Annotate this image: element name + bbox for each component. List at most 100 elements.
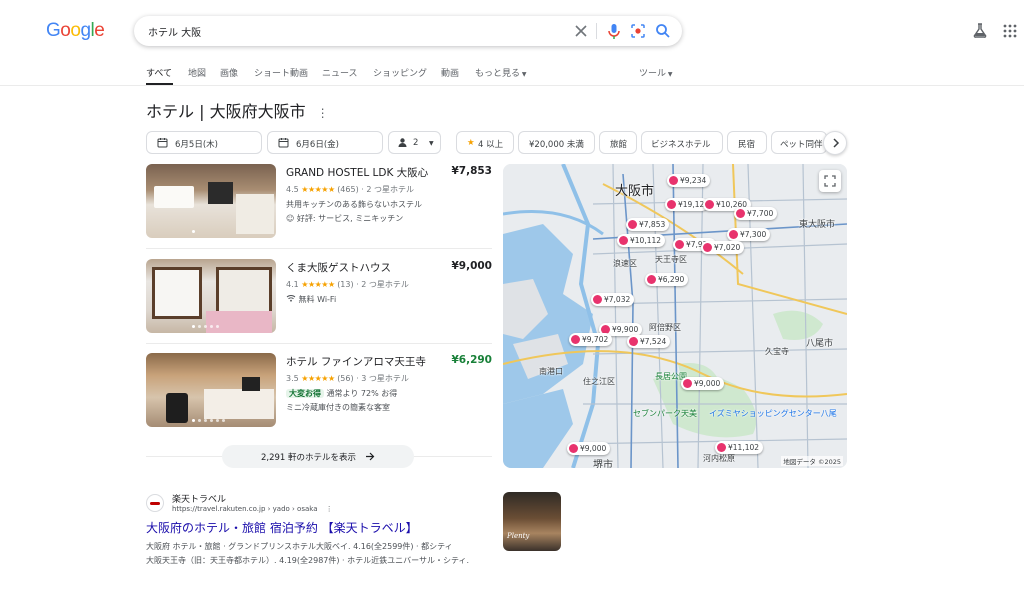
- hotel-photo[interactable]: [146, 164, 276, 238]
- filter-chip-rating[interactable]: ★ 4 以上: [456, 131, 514, 154]
- chips-next-button[interactable]: [823, 131, 847, 155]
- hotel-rating-row: 4.5 ★★★★★ (465) · 2 つ星ホテル: [286, 184, 414, 195]
- tab-all[interactable]: すべて: [146, 66, 172, 79]
- thumbnail-text: Plenty: [507, 532, 530, 540]
- map-attribution: 地図データ ©2025: [781, 456, 843, 466]
- view-all-hotels-label: 2,291 軒のホテルを表示: [261, 453, 357, 463]
- map-price-pin[interactable]: ¥9,000: [681, 377, 725, 390]
- search-input[interactable]: ホテル 大阪: [148, 24, 201, 39]
- hotel-description: 共用キッチンのある飾らないホステル: [286, 200, 422, 209]
- lens-icon[interactable]: [628, 21, 648, 41]
- apps-grid-icon[interactable]: [1003, 24, 1017, 38]
- view-all-hotels-button[interactable]: 2,291 軒のホテルを表示: [222, 445, 414, 468]
- labs-flask-icon[interactable]: [972, 22, 988, 38]
- deal-text: 通常より 72% お得: [326, 389, 398, 398]
- map-label: 久宝寺: [765, 347, 789, 356]
- tools-button[interactable]: ツール ▼: [639, 66, 673, 79]
- filter-chip-business-hotel[interactable]: ビジネスホテル: [641, 131, 723, 154]
- tab-short-videos[interactable]: ショート動画: [254, 66, 308, 79]
- hotels-title: ホテル | 大阪府大阪市 ⋮: [146, 98, 329, 122]
- map-price-pin[interactable]: ¥9,702: [569, 333, 613, 346]
- checkin-date: 6月5日(木): [175, 140, 218, 150]
- arrow-right-icon: [366, 452, 375, 461]
- hotel-card[interactable]: ホテル ファインアロマ天王寺 ¥6,290 3.5 ★★★★★ (56) · 3…: [146, 353, 492, 428]
- more-options-icon[interactable]: ⋮: [317, 106, 329, 120]
- chevron-down-icon: ▼: [666, 71, 673, 78]
- filter-chip-pets[interactable]: ペット同伴: [771, 131, 827, 154]
- hotel-photo[interactable]: [146, 353, 276, 427]
- tab-images[interactable]: 画像: [220, 66, 238, 79]
- map-price-pin[interactable]: ¥7,032: [591, 293, 635, 306]
- fullscreen-button[interactable]: [819, 170, 841, 192]
- checkout-date: 6月6日(金): [296, 140, 339, 150]
- map-price-pin[interactable]: ¥7,300: [727, 228, 771, 241]
- map-label: セブンパーク天美: [633, 409, 697, 418]
- deal-badge: 大変お得: [286, 389, 324, 398]
- hotel-photo[interactable]: [146, 259, 276, 333]
- star-rating-icon: ★★★★★: [301, 280, 335, 289]
- tab-news[interactable]: ニュース: [322, 66, 358, 79]
- search-icon[interactable]: [653, 21, 673, 41]
- map-label: 南港口: [539, 367, 563, 376]
- map-price-pin[interactable]: ¥7,524: [627, 335, 671, 348]
- logo-letter: G: [46, 20, 61, 41]
- hotel-name: ホテル ファインアロマ天王寺: [286, 356, 426, 368]
- more-options-icon[interactable]: ⋮: [326, 505, 333, 513]
- tab-shopping[interactable]: ショッピング: [373, 66, 427, 79]
- rating-value: 4.5: [286, 185, 299, 194]
- tab-more[interactable]: もっと見る ▼: [475, 66, 527, 79]
- map-price-pin[interactable]: ¥19,12: [665, 198, 709, 211]
- star-icon: ★: [467, 138, 475, 148]
- map-price-pin[interactable]: ¥9,000: [567, 442, 611, 455]
- google-logo[interactable]: Google: [46, 20, 105, 42]
- map-price-pin[interactable]: ¥9,234: [667, 174, 711, 187]
- result-thumbnail[interactable]: Plenty: [503, 492, 561, 551]
- filter-chip-label: 旅館: [610, 140, 628, 150]
- rating-details: (13) · 2 つ星ホテル: [337, 280, 409, 289]
- filter-chip-label: 4 以上: [478, 140, 504, 150]
- map-price-pin[interactable]: ¥10,112: [617, 234, 666, 247]
- map-price-pin[interactable]: ¥6,290: [645, 273, 689, 286]
- map-label: 河内松原: [703, 454, 735, 463]
- hotel-amenity: 無料 Wi-Fi: [286, 294, 336, 305]
- map-price-pin[interactable]: ¥7,020: [701, 241, 745, 254]
- result-snippet: 大阪天王寺（旧：天王寺都ホテル）. 4.19(全2987件) · ホテル近鉄ユニ…: [146, 556, 470, 565]
- clear-icon[interactable]: [571, 21, 591, 41]
- hotel-price: ¥7,853: [451, 165, 492, 177]
- map-label: イズミヤショッピングセンター八尾: [709, 409, 837, 418]
- site-name: 楽天トラベル: [172, 495, 227, 505]
- hotel-description: ミニ冷蔵庫付きの簡素な客室: [286, 403, 390, 412]
- map-label: 大阪市: [615, 184, 655, 199]
- site-url-text: https://travel.rakuten.co.jp › yado › os…: [172, 505, 318, 513]
- hotel-rating-row: 4.1 ★★★★★ (13) · 2 つ星ホテル: [286, 279, 409, 290]
- microphone-icon[interactable]: [604, 21, 624, 41]
- hotel-deal: 大変お得 通常より 72% お得: [286, 388, 397, 399]
- photo-carousel-dots: [192, 230, 195, 233]
- calendar-icon: [157, 138, 168, 148]
- hotel-price: ¥9,000: [451, 260, 492, 272]
- rating-details: (465) · 2 つ星ホテル: [337, 185, 414, 194]
- map-price-pin[interactable]: ¥7,853: [626, 218, 670, 231]
- map-price-pin[interactable]: ¥7,700: [734, 207, 778, 220]
- filter-chip-label: ¥20,000 未満: [529, 140, 584, 150]
- checkout-date-picker[interactable]: 6月6日(金): [267, 131, 383, 154]
- wifi-icon: [286, 295, 296, 302]
- map-price-pin[interactable]: ¥11,102: [715, 441, 764, 454]
- filter-chip-price[interactable]: ¥20,000 未満: [518, 131, 595, 154]
- filter-chip-ryokan[interactable]: 旅館: [599, 131, 637, 154]
- hotel-card[interactable]: くま大阪ゲストハウス ¥9,000 4.1 ★★★★★ (13) · 2 つ星ホ…: [146, 259, 492, 334]
- search-box[interactable]: ホテル 大阪: [134, 16, 682, 46]
- chevron-down-icon: ▼: [429, 140, 434, 147]
- header-divider: [0, 85, 1024, 86]
- result-title-link[interactable]: 大阪府のホテル・旅館 宿泊予約 【楽天トラベル】: [146, 519, 418, 536]
- tab-videos[interactable]: 動画: [441, 66, 459, 79]
- hotel-card[interactable]: GRAND HOSTEL LDK 大阪心 ¥7,853 4.5 ★★★★★ (4…: [146, 164, 492, 239]
- tab-maps[interactable]: 地図: [188, 66, 206, 79]
- filter-chip-minshuku[interactable]: 民宿: [727, 131, 767, 154]
- guests-selector[interactable]: 2 ▼: [388, 131, 441, 154]
- hotel-highlights-text: 好評: サービス, ミニキッチン: [296, 214, 404, 223]
- checkin-date-picker[interactable]: 6月5日(木): [146, 131, 262, 154]
- hotels-map[interactable]: 大阪市 東大阪市 八尾市 天王寺区 浪速区 阿倍野区 住之江区 堺市 久宝寺 南…: [503, 164, 847, 468]
- map-label: 八尾市: [806, 339, 834, 349]
- rating-value: 4.1: [286, 280, 299, 289]
